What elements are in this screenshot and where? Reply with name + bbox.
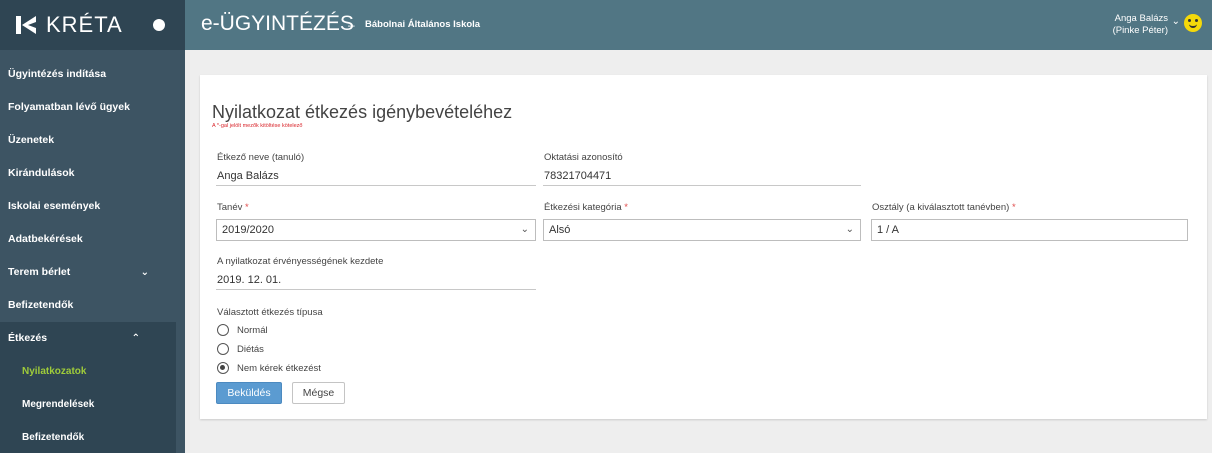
sidebar-subitem-nyilatkozatok[interactable]: Nyilatkozatok bbox=[0, 355, 176, 388]
user-menu[interactable]: Anga Balázs (Pinke Péter) bbox=[1113, 13, 1168, 37]
school-name: Bábolnai Általános Iskola bbox=[365, 19, 481, 30]
meal-category-select[interactable]: Alsó ⌄ bbox=[543, 219, 861, 241]
menu-toggle-icon[interactable] bbox=[153, 19, 165, 31]
user-avatar-icon[interactable] bbox=[1184, 14, 1202, 32]
logo-bar: KRÉTA bbox=[0, 0, 185, 50]
meal-type-option-dietas[interactable]: Diétás bbox=[217, 343, 264, 355]
sidebar-item-label: Üzenetek bbox=[8, 134, 55, 146]
chevron-down-icon: ⌄ bbox=[140, 267, 149, 278]
sidebar-nav: Ügyintézés indítása Folyamatban lévő ügy… bbox=[0, 58, 185, 453]
school-year-select[interactable]: 2019/2020 ⌄ bbox=[216, 219, 536, 241]
sidebar-item-label: Terem bérlet bbox=[8, 266, 71, 278]
class-label: Osztály (a kiválasztott tanévben) * bbox=[872, 202, 1016, 213]
edu-id-label: Oktatási azonosító bbox=[544, 152, 623, 163]
edu-id-field[interactable]: 78321704471 bbox=[544, 170, 611, 182]
class-input[interactable]: 1 / A bbox=[871, 219, 1188, 241]
eater-name-underline bbox=[216, 185, 536, 186]
sidebar-item-uzenetek[interactable]: Üzenetek bbox=[0, 124, 185, 157]
submit-button[interactable]: Beküldés bbox=[216, 382, 282, 404]
meal-type-option-none[interactable]: Nem kérek étkezést bbox=[217, 362, 321, 374]
valid-from-label: A nyilatkozat érvényességének kezdete bbox=[217, 256, 384, 267]
required-note: A *-gal jelölt mezők kitöltése kötelező bbox=[212, 123, 303, 129]
chevron-down-icon: ⌄ bbox=[520, 224, 529, 235]
cancel-button[interactable]: Mégse bbox=[292, 382, 345, 404]
radio-none[interactable] bbox=[217, 362, 229, 374]
sidebar-item-adatbekeresek[interactable]: Adatbekérések bbox=[0, 223, 185, 256]
chevron-down-icon: ⌄ bbox=[845, 224, 854, 235]
meal-category-label: Étkezési kategória * bbox=[544, 202, 628, 213]
sidebar-item-ugyintezes-inditasa[interactable]: Ügyintézés indítása bbox=[0, 58, 185, 91]
sidebar-item-label: Kirándulások bbox=[8, 167, 75, 179]
sidebar-item-iskolai-esemenyek[interactable]: Iskolai események bbox=[0, 190, 185, 223]
top-bar: e-ÜGYINTÉZÉS – Bábolnai Általános Iskola… bbox=[185, 0, 1212, 50]
sidebar: KRÉTA Ügyintézés indítása Folyamatban lé… bbox=[0, 0, 185, 453]
sidebar-item-kirandulasok[interactable]: Kirándulások bbox=[0, 157, 185, 190]
sidebar-subitem-befizetendok[interactable]: Befizetendők bbox=[0, 421, 176, 453]
valid-from-underline bbox=[216, 289, 536, 290]
logo-text[interactable]: KRÉTA bbox=[46, 12, 123, 38]
sidebar-item-label: Folyamatban lévő ügyek bbox=[8, 101, 130, 113]
sidebar-item-etkezes[interactable]: Étkezés ⌃ bbox=[0, 322, 176, 355]
school-year-value: 2019/2020 bbox=[222, 224, 274, 236]
school-year-label: Tanév * bbox=[217, 202, 249, 213]
page-title: Nyilatkozat étkezés igénybevételéhez bbox=[212, 102, 513, 122]
sidebar-item-label: Adatbekérések bbox=[8, 233, 83, 245]
sidebar-item-label: Iskolai események bbox=[8, 200, 101, 212]
radio-normal[interactable] bbox=[217, 324, 229, 336]
app-title: e-ÜGYINTÉZÉS bbox=[201, 12, 354, 35]
eater-name-field[interactable]: Anga Balázs bbox=[217, 170, 279, 182]
sidebar-item-folyamatban[interactable]: Folyamatban lévő ügyek bbox=[0, 91, 185, 124]
meal-type-option-normal[interactable]: Normál bbox=[217, 324, 268, 336]
sidebar-item-label: Étkezés bbox=[8, 332, 48, 344]
sidebar-item-terem-berlet[interactable]: Terem bérlet ⌄ bbox=[0, 256, 185, 289]
radio-label: Diétás bbox=[237, 343, 264, 355]
eater-name-label: Étkező neve (tanuló) bbox=[217, 152, 305, 163]
user-name: Anga Balázs bbox=[1114, 13, 1168, 24]
radio-label: Nem kérek étkezést bbox=[237, 362, 321, 374]
meal-category-value: Alsó bbox=[549, 224, 571, 236]
radio-label: Normál bbox=[237, 324, 268, 336]
chevron-down-icon[interactable]: ⌄ bbox=[1172, 16, 1180, 27]
title-separator: – bbox=[348, 18, 355, 32]
edu-id-underline bbox=[543, 185, 861, 186]
radio-dietas[interactable] bbox=[217, 343, 229, 355]
valid-from-field[interactable]: 2019. 12. 01. bbox=[217, 274, 281, 286]
chevron-up-icon: ⌃ bbox=[131, 333, 140, 344]
user-sub-name: (Pinke Péter) bbox=[1112, 25, 1168, 36]
sidebar-subitem-megrendelesek[interactable]: Megrendelések bbox=[0, 388, 176, 421]
kreta-logo-icon bbox=[14, 14, 36, 36]
sidebar-item-label: Befizetendők bbox=[8, 299, 74, 311]
form-card: Nyilatkozat étkezés igénybevételéhez A *… bbox=[200, 75, 1207, 419]
meal-type-label: Választott étkezés típusa bbox=[217, 307, 323, 318]
sidebar-item-label: Ügyintézés indítása bbox=[8, 68, 107, 80]
sidebar-item-befizetendok[interactable]: Befizetendők bbox=[0, 289, 185, 322]
